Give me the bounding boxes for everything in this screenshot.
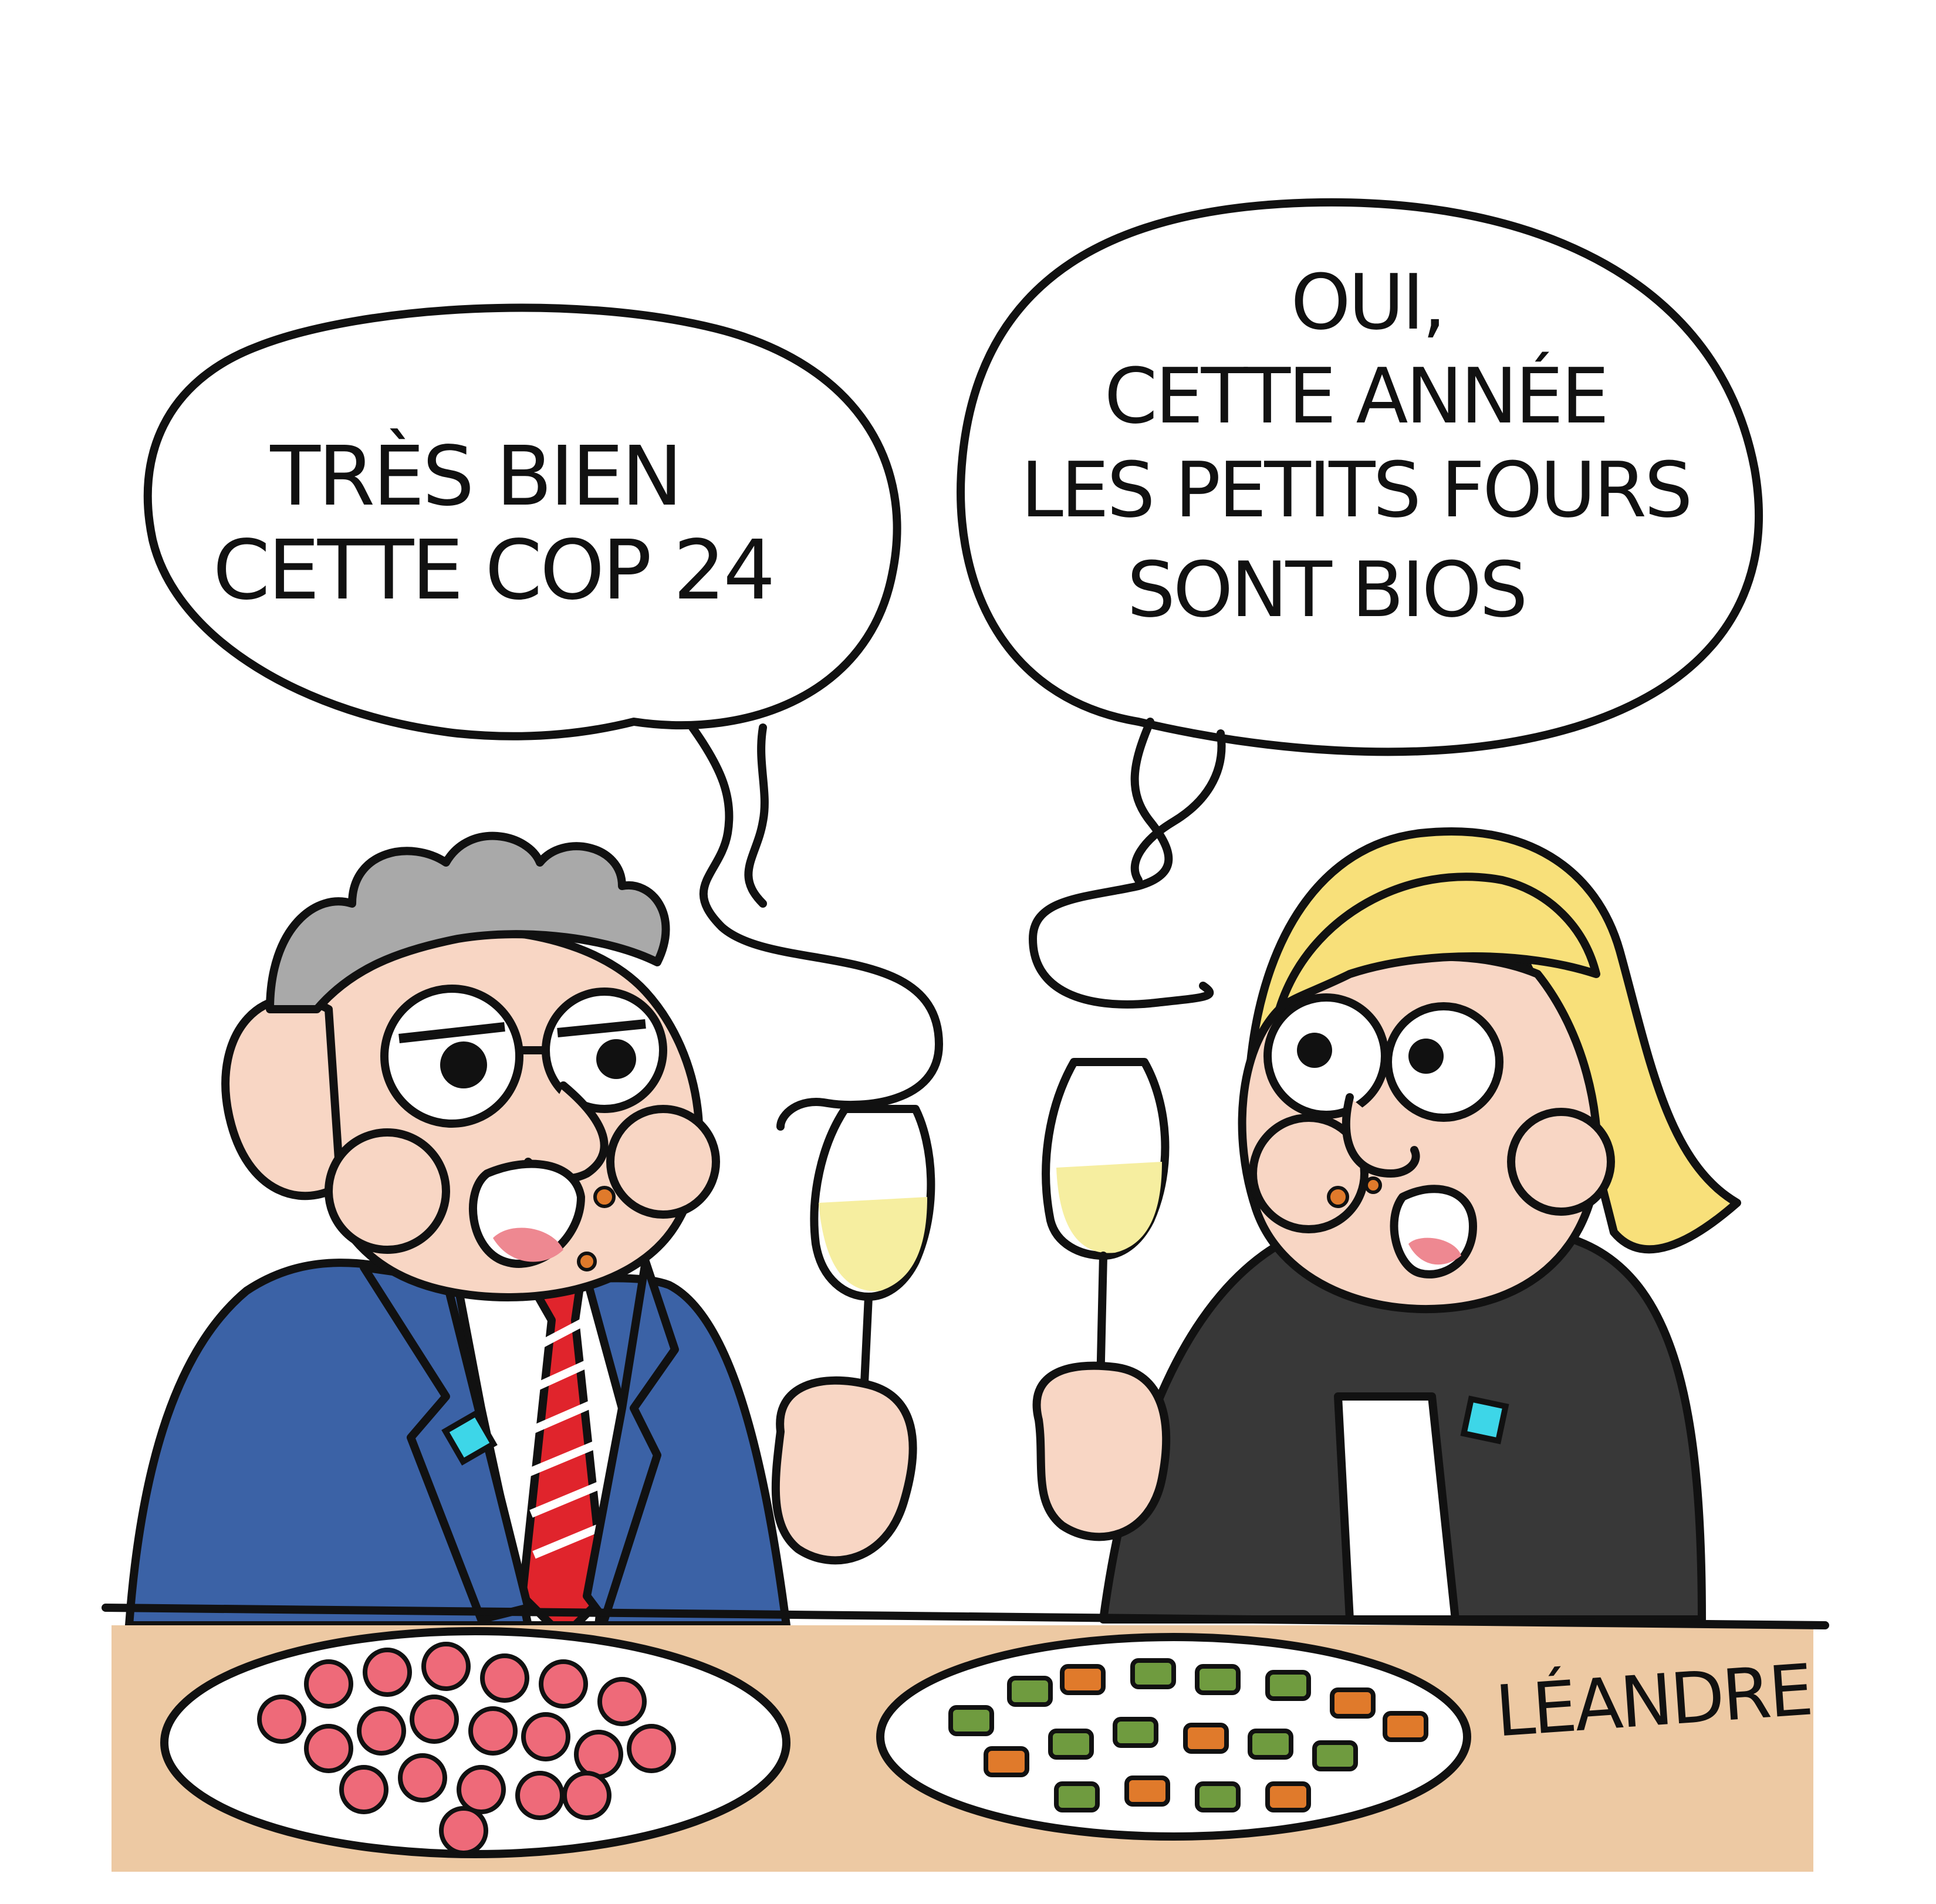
speech-bubble-left-tail-inner [744,723,769,908]
woman-top [1334,1392,1459,1624]
speech-right-line2: CETTE ANNÉE [1104,351,1607,441]
strawberry [468,1706,518,1756]
strawberry [627,1724,676,1773]
petit-four [1195,1781,1241,1812]
petit-four [1265,1670,1311,1701]
petit-four [1048,1729,1094,1760]
strawberry [539,1659,588,1709]
petit-four [1248,1729,1293,1760]
petit-four [1124,1776,1170,1807]
man-hand [771,1376,917,1565]
petit-four [1060,1664,1106,1695]
strawberry [521,1712,570,1761]
strawberry [421,1642,471,1691]
speech-left-line2: CETTE COP 24 [213,523,773,618]
petit-four [984,1746,1029,1777]
strawberry [574,1730,623,1779]
strawberry [304,1724,353,1773]
plate-strawberries [160,1627,790,1858]
woman-crumb-2 [1364,1176,1382,1194]
petit-four [1130,1658,1176,1689]
woman-cheek-right [1507,1108,1615,1216]
speech-right-line4: SONT BIOS [1127,545,1525,634]
petit-four [1312,1740,1358,1771]
man-cheek-right [606,1105,720,1219]
strawberry [304,1659,353,1709]
strawberry [562,1771,611,1820]
strawberry [357,1706,406,1756]
strawberry [457,1765,506,1814]
petit-four [1007,1676,1053,1707]
man-pupil-right [596,1039,636,1079]
man-pupil-left [440,1041,487,1088]
speech-right-line1: OUI, [1290,258,1444,347]
man-crumb-2 [577,1252,597,1271]
woman-pupil-right [1408,1039,1444,1074]
woman-glasses-right-lens [1384,1002,1503,1122]
plate-petits-fours [876,1633,1471,1841]
strawberry [515,1771,565,1820]
petit-four [1113,1717,1158,1748]
speech-left-line1: TRÈS BIEN [269,428,680,525]
strawberry [339,1765,388,1814]
strawberry [257,1695,306,1744]
man-cheek-left [325,1128,450,1254]
man-crumb-1 [593,1186,616,1208]
strawberry [410,1695,459,1744]
petit-four [1195,1664,1241,1695]
woman-crumb-1 [1327,1186,1349,1208]
petit-four [1330,1687,1376,1719]
speech-bubble-right-tail [1029,718,1214,1009]
speech-bubble-right-tail-inner [1130,729,1226,884]
strawberry [597,1677,647,1726]
cartoon-scene: TRÈS BIEN CETTE COP 24 OUI, CETTE ANNÉE … [102,198,1829,1872]
woman-character [1032,827,1741,1624]
man-ear [221,995,344,1200]
strawberry [398,1753,447,1802]
strawberry [439,1806,488,1855]
strawberry [480,1653,529,1703]
petit-four [1183,1723,1229,1754]
strawberry [363,1648,412,1697]
woman-hand [1032,1361,1171,1541]
woman-badge [1460,1395,1509,1445]
woman-pupil-left [1297,1033,1332,1068]
speech-bubble-left-tail [688,723,943,1131]
speech-right-line3: LES PETITS FOURS [1021,445,1690,535]
petit-four [1054,1781,1100,1812]
petit-four [1265,1781,1311,1812]
petit-four [1383,1711,1428,1742]
petit-four [948,1705,994,1736]
